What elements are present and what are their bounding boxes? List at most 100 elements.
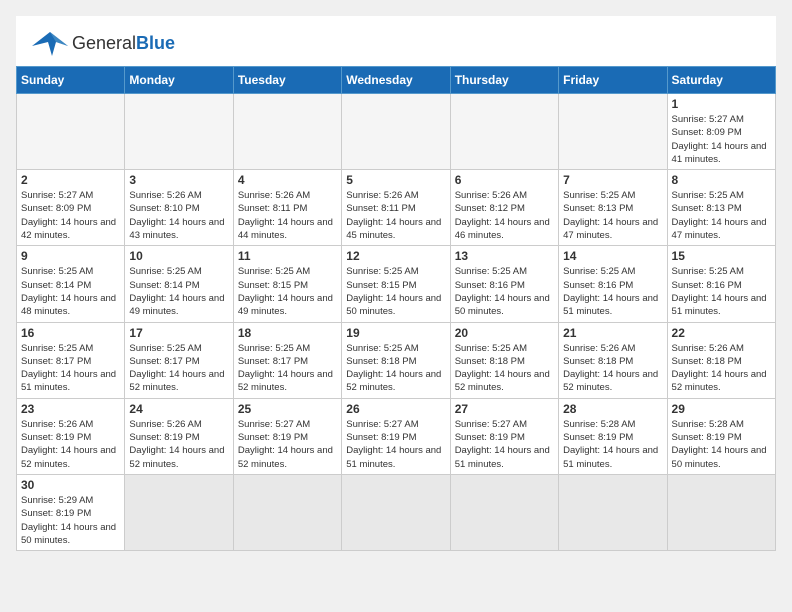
calendar-cell <box>342 474 450 550</box>
day-info: Sunrise: 5:25 AMSunset: 8:16 PMDaylight:… <box>563 265 662 318</box>
day-number: 28 <box>563 402 662 416</box>
calendar-week-row: 16Sunrise: 5:25 AMSunset: 8:17 PMDayligh… <box>17 322 776 398</box>
page-header: GeneralBlue <box>16 16 776 66</box>
day-info: Sunrise: 5:25 AMSunset: 8:13 PMDaylight:… <box>672 189 771 242</box>
day-info: Sunrise: 5:29 AMSunset: 8:19 PMDaylight:… <box>21 494 120 547</box>
day-number: 20 <box>455 326 554 340</box>
calendar-cell: 20 Sunrise: 5:25 AMSunset: 8:18 PMDayligh… <box>450 322 558 398</box>
calendar-cell: 30 Sunrise: 5:29 AMSunset: 8:19 PMDayligh… <box>17 474 125 550</box>
calendar-cell: 7 Sunrise: 5:25 AMSunset: 8:13 PMDaylight… <box>559 170 667 246</box>
day-info: Sunrise: 5:25 AMSunset: 8:15 PMDaylight:… <box>346 265 445 318</box>
day-number: 26 <box>346 402 445 416</box>
calendar-cell <box>559 474 667 550</box>
calendar-cell: 24Sunrise: 5:26 AMSunset: 8:19 PMDayligh… <box>125 398 233 474</box>
day-info: Sunrise: 5:25 AMSunset: 8:16 PMDaylight:… <box>672 265 771 318</box>
calendar-cell: 6Sunrise: 5:26 AMSunset: 8:12 PMDaylight… <box>450 170 558 246</box>
calendar-table: SundayMondayTuesdayWednesdayThursdayFrid… <box>16 66 776 551</box>
day-info: Sunrise: 5:26 AMSunset: 8:18 PMDaylight:… <box>563 342 662 395</box>
calendar-cell <box>125 474 233 550</box>
calendar-cell: 2Sunrise: 5:27 AMSunset: 8:09 PMDaylight… <box>17 170 125 246</box>
day-number: 21 <box>563 326 662 340</box>
calendar-cell: 10Sunrise: 5:25 AMSunset: 8:14 PMDayligh… <box>125 246 233 322</box>
calendar-cell: 23 Sunrise: 5:26 AMSunset: 8:19 PMDayligh… <box>17 398 125 474</box>
calendar-body: 1 Sunrise: 5:27 AMSunset: 8:09 PMDaylight… <box>17 94 776 551</box>
calendar-cell <box>667 474 775 550</box>
calendar-cell: 28 Sunrise: 5:28 AMSunset: 8:19 PMDayligh… <box>559 398 667 474</box>
day-number: 18 <box>238 326 337 340</box>
calendar-cell: 17 Sunrise: 5:25 AMSunset: 8:17 PMDayligh… <box>125 322 233 398</box>
logo-text: GeneralBlue <box>72 34 175 52</box>
logo: GeneralBlue <box>32 28 175 58</box>
day-info: Sunrise: 5:26 AMSunset: 8:10 PMDaylight:… <box>129 189 228 242</box>
day-number: 17 <box>129 326 228 340</box>
calendar-cell: 14 Sunrise: 5:25 AMSunset: 8:16 PMDayligh… <box>559 246 667 322</box>
calendar-week-row: 23 Sunrise: 5:26 AMSunset: 8:19 PMDayligh… <box>17 398 776 474</box>
calendar-cell: 4 Sunrise: 5:26 AMSunset: 8:11 PMDaylight… <box>233 170 341 246</box>
calendar-week-row: 30 Sunrise: 5:29 AMSunset: 8:19 PMDayligh… <box>17 474 776 550</box>
day-info: Sunrise: 5:25 AMSunset: 8:14 PMDaylight:… <box>129 265 228 318</box>
calendar-cell: 21 Sunrise: 5:26 AMSunset: 8:18 PMDayligh… <box>559 322 667 398</box>
calendar-cell: 26Sunrise: 5:27 AMSunset: 8:19 PMDayligh… <box>342 398 450 474</box>
calendar-cell: 15Sunrise: 5:25 AMSunset: 8:16 PMDayligh… <box>667 246 775 322</box>
day-number: 22 <box>672 326 771 340</box>
day-info: Sunrise: 5:25 AMSunset: 8:17 PMDaylight:… <box>129 342 228 395</box>
weekday-header-sunday: Sunday <box>17 67 125 94</box>
day-info: Sunrise: 5:25 AMSunset: 8:17 PMDaylight:… <box>21 342 120 395</box>
calendar-cell <box>450 474 558 550</box>
day-info: Sunrise: 5:25 AMSunset: 8:18 PMDaylight:… <box>346 342 445 395</box>
day-number: 8 <box>672 173 771 187</box>
day-number: 7 <box>563 173 662 187</box>
weekday-header-row: SundayMondayTuesdayWednesdayThursdayFrid… <box>17 67 776 94</box>
calendar-cell <box>233 474 341 550</box>
day-info: Sunrise: 5:27 AMSunset: 8:19 PMDaylight:… <box>238 418 337 471</box>
day-number: 23 <box>21 402 120 416</box>
day-info: Sunrise: 5:27 AMSunset: 8:09 PMDaylight:… <box>21 189 120 242</box>
calendar-cell: 27Sunrise: 5:27 AMSunset: 8:19 PMDayligh… <box>450 398 558 474</box>
day-number: 11 <box>238 249 337 263</box>
day-info: Sunrise: 5:25 AMSunset: 8:18 PMDaylight:… <box>455 342 554 395</box>
day-info: Sunrise: 5:26 AMSunset: 8:18 PMDaylight:… <box>672 342 771 395</box>
day-info: Sunrise: 5:26 AMSunset: 8:11 PMDaylight:… <box>238 189 337 242</box>
day-info: Sunrise: 5:28 AMSunset: 8:19 PMDaylight:… <box>672 418 771 471</box>
day-info: Sunrise: 5:25 AMSunset: 8:13 PMDaylight:… <box>563 189 662 242</box>
day-info: Sunrise: 5:25 AMSunset: 8:14 PMDaylight:… <box>21 265 120 318</box>
calendar-cell: 8 Sunrise: 5:25 AMSunset: 8:13 PMDaylight… <box>667 170 775 246</box>
day-number: 4 <box>238 173 337 187</box>
calendar-cell <box>450 94 558 170</box>
weekday-header-tuesday: Tuesday <box>233 67 341 94</box>
calendar-cell: 11 Sunrise: 5:25 AMSunset: 8:15 PMDayligh… <box>233 246 341 322</box>
calendar-cell: 18 Sunrise: 5:25 AMSunset: 8:17 PMDayligh… <box>233 322 341 398</box>
day-number: 29 <box>672 402 771 416</box>
day-number: 30 <box>21 478 120 492</box>
day-number: 25 <box>238 402 337 416</box>
calendar-cell <box>233 94 341 170</box>
calendar-cell <box>125 94 233 170</box>
calendar-header: SundayMondayTuesdayWednesdayThursdayFrid… <box>17 67 776 94</box>
calendar-cell: 9 Sunrise: 5:25 AMSunset: 8:14 PMDaylight… <box>17 246 125 322</box>
day-info: Sunrise: 5:28 AMSunset: 8:19 PMDaylight:… <box>563 418 662 471</box>
day-info: Sunrise: 5:26 AMSunset: 8:12 PMDaylight:… <box>455 189 554 242</box>
calendar-cell: 3 Sunrise: 5:26 AMSunset: 8:10 PMDaylight… <box>125 170 233 246</box>
calendar-cell: 1 Sunrise: 5:27 AMSunset: 8:09 PMDaylight… <box>667 94 775 170</box>
calendar-week-row: 1 Sunrise: 5:27 AMSunset: 8:09 PMDaylight… <box>17 94 776 170</box>
weekday-header-saturday: Saturday <box>667 67 775 94</box>
day-number: 13 <box>455 249 554 263</box>
day-info: Sunrise: 5:27 AMSunset: 8:09 PMDaylight:… <box>672 113 771 166</box>
day-info: Sunrise: 5:25 AMSunset: 8:16 PMDaylight:… <box>455 265 554 318</box>
day-number: 12 <box>346 249 445 263</box>
day-info: Sunrise: 5:26 AMSunset: 8:19 PMDaylight:… <box>21 418 120 471</box>
calendar-cell <box>17 94 125 170</box>
day-number: 3 <box>129 173 228 187</box>
calendar-cell <box>342 94 450 170</box>
day-info: Sunrise: 5:25 AMSunset: 8:15 PMDaylight:… <box>238 265 337 318</box>
day-number: 19 <box>346 326 445 340</box>
day-number: 9 <box>21 249 120 263</box>
weekday-header-thursday: Thursday <box>450 67 558 94</box>
day-number: 27 <box>455 402 554 416</box>
calendar-cell: 5Sunrise: 5:26 AMSunset: 8:11 PMDaylight… <box>342 170 450 246</box>
calendar-cell: 12 Sunrise: 5:25 AMSunset: 8:15 PMDayligh… <box>342 246 450 322</box>
day-info: Sunrise: 5:25 AMSunset: 8:17 PMDaylight:… <box>238 342 337 395</box>
day-number: 14 <box>563 249 662 263</box>
day-number: 1 <box>672 97 771 111</box>
logo-icon <box>32 28 68 58</box>
